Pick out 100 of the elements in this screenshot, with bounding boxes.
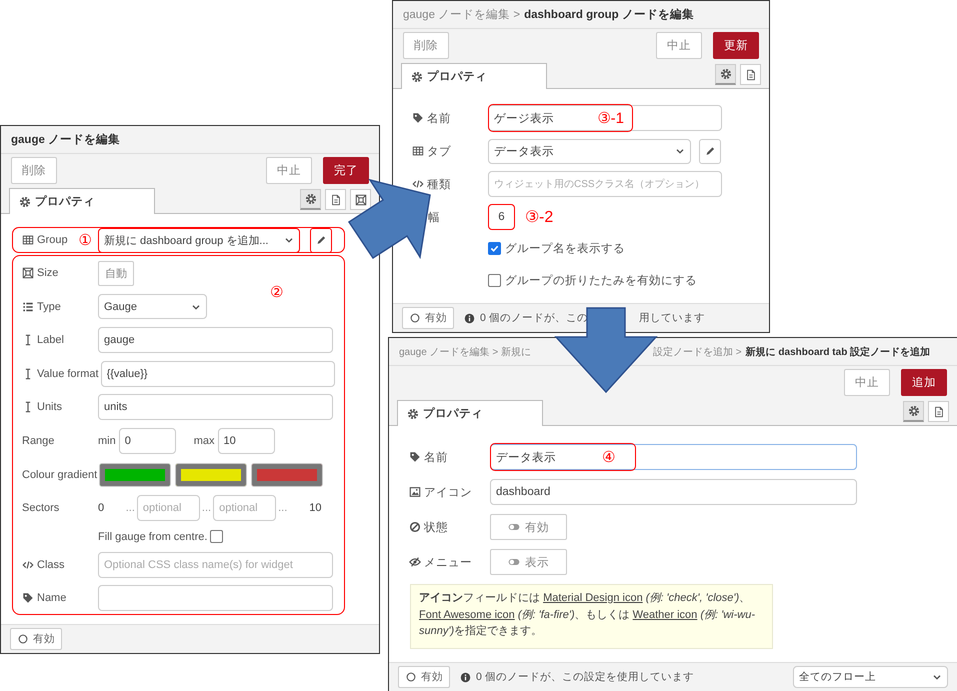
name-field[interactable] — [98, 585, 333, 612]
help-link[interactable]: Weather icon — [632, 608, 698, 620]
field-label: 幅 — [428, 210, 440, 224]
pencil-icon — [704, 145, 716, 157]
state-toggle[interactable]: 有効 — [490, 514, 567, 540]
group-select[interactable]: 新規に dashboard group を追加... — [98, 228, 300, 252]
side-tab[interactable] — [928, 401, 949, 422]
field-label: Group — [37, 234, 68, 246]
class-field[interactable]: Optional CSS class name(s) for widget — [98, 552, 333, 578]
value-format-field[interactable]: {{value}} — [100, 360, 335, 387]
done-button[interactable]: 完了 — [323, 157, 369, 184]
delete-button[interactable]: 削除 — [403, 32, 449, 59]
size-button[interactable]: 自動 — [98, 260, 134, 286]
enabled-button[interactable]: 有効 — [402, 307, 454, 329]
dialog-title: dashboard group ノードを編集 — [524, 7, 694, 22]
field-label: 名前 — [427, 112, 451, 126]
tag-icon — [412, 112, 424, 124]
field-label: Units — [37, 401, 62, 414]
sector-field[interactable]: optional — [136, 495, 200, 522]
gear-icon — [407, 408, 419, 420]
field-label: アイコン — [424, 486, 472, 500]
help-link[interactable]: Font Awesome icon — [419, 608, 515, 620]
toggle-icon — [508, 521, 520, 533]
icon-field[interactable]: dashboard — [490, 479, 857, 505]
side-tab[interactable] — [300, 189, 321, 210]
image-icon — [409, 486, 421, 498]
checkbox-label: グループ名を表示する — [505, 241, 625, 256]
side-tab[interactable] — [325, 189, 346, 210]
color-swatch[interactable] — [99, 462, 172, 487]
sector-start: 0 — [98, 502, 106, 514]
enabled-button[interactable]: 有効 — [398, 666, 450, 688]
add-button[interactable]: 追加 — [901, 369, 947, 396]
code-icon — [412, 178, 424, 190]
type-select[interactable]: Gauge — [98, 294, 207, 320]
table-icon — [412, 145, 424, 157]
callout-number: ③-2 — [525, 208, 554, 227]
properties-tab[interactable]: プロパティ — [401, 63, 547, 89]
gear-icon — [411, 70, 423, 82]
circle-icon — [409, 312, 421, 324]
gear-icon — [304, 193, 316, 205]
code-icon — [22, 558, 34, 571]
callout-number: ③-1 — [598, 109, 624, 127]
document-icon — [330, 194, 342, 206]
tab-select[interactable]: データ表示 — [488, 138, 691, 164]
checkbox[interactable] — [210, 530, 224, 544]
menu-toggle[interactable]: 表示 — [490, 549, 567, 575]
properties-tab[interactable]: プロパティ — [397, 400, 543, 426]
cancel-button[interactable]: 中止 — [844, 369, 890, 396]
field-label: Size — [37, 267, 58, 279]
info-icon — [464, 312, 475, 324]
circle-icon — [405, 671, 417, 683]
class-field[interactable]: ウィジェット用のCSSクラス名（オプション） — [488, 171, 722, 197]
checkbox-label: グループの折りたたみを有効にする — [505, 273, 697, 288]
field-label: Name — [37, 592, 66, 604]
toggle-icon — [508, 556, 520, 568]
side-tab[interactable] — [350, 189, 371, 210]
max-field[interactable]: 10 — [218, 428, 275, 454]
ban-icon — [409, 521, 421, 533]
ellipsis: ... — [126, 502, 135, 514]
callout-number: ① — [78, 231, 92, 249]
circle-icon — [17, 633, 29, 645]
update-button[interactable]: 更新 — [713, 32, 759, 59]
dialog-title: 新規に dashboard tab 設定ノードを追加 — [746, 345, 930, 358]
label-field[interactable]: gauge — [98, 327, 333, 354]
frame-icon — [22, 267, 34, 279]
checkbox[interactable] — [488, 274, 501, 286]
units-field[interactable]: units — [98, 394, 333, 420]
side-tab[interactable] — [740, 64, 761, 85]
info-icon — [460, 672, 471, 682]
document-icon — [932, 406, 944, 418]
tag-icon — [409, 451, 421, 463]
edit-button[interactable] — [310, 228, 332, 252]
scope-select[interactable]: 全てのフロー上 — [793, 666, 948, 688]
color-swatch[interactable] — [175, 462, 248, 487]
color-swatch[interactable] — [251, 462, 324, 487]
width-field[interactable]: 6 — [488, 204, 515, 230]
gear-icon — [720, 68, 732, 80]
edit-button[interactable] — [699, 138, 721, 164]
min-field[interactable]: 0 — [118, 428, 176, 454]
cancel-button[interactable]: 中止 — [656, 32, 702, 59]
side-tab[interactable] — [715, 64, 736, 85]
field-label: Sectors — [22, 502, 60, 514]
sector-field[interactable]: optional — [213, 495, 276, 522]
field-label: Value format — [37, 368, 99, 380]
delete-button[interactable]: 削除 — [11, 157, 57, 184]
properties-tab[interactable]: プロパティ — [9, 188, 155, 214]
frame-icon — [354, 194, 366, 206]
field-label: メニュー — [424, 556, 472, 570]
field-label: 種類 — [427, 178, 451, 192]
checkbox-label: Fill gauge from centre. — [98, 530, 208, 543]
field-label: Range — [22, 434, 54, 447]
side-tab[interactable] — [903, 401, 924, 422]
cancel-button[interactable]: 中止 — [266, 157, 312, 184]
help-link[interactable]: Material Design icon — [543, 592, 643, 604]
enabled-button[interactable]: 有効 — [10, 628, 62, 650]
help-text: アイコンフィールドには Material Design icon (例: 'check', 'close')、 Font Awesome icon (例: 'fa-fire')、もしくは Weather icon (例: 'wi-wu-sunny')を指定できます。 — [419, 591, 756, 639]
dialog-title: gauge ノードを編集 — [11, 132, 120, 147]
field-label: Class — [37, 558, 65, 571]
checkbox[interactable] — [488, 242, 501, 254]
sector-end: 10 — [309, 502, 322, 514]
